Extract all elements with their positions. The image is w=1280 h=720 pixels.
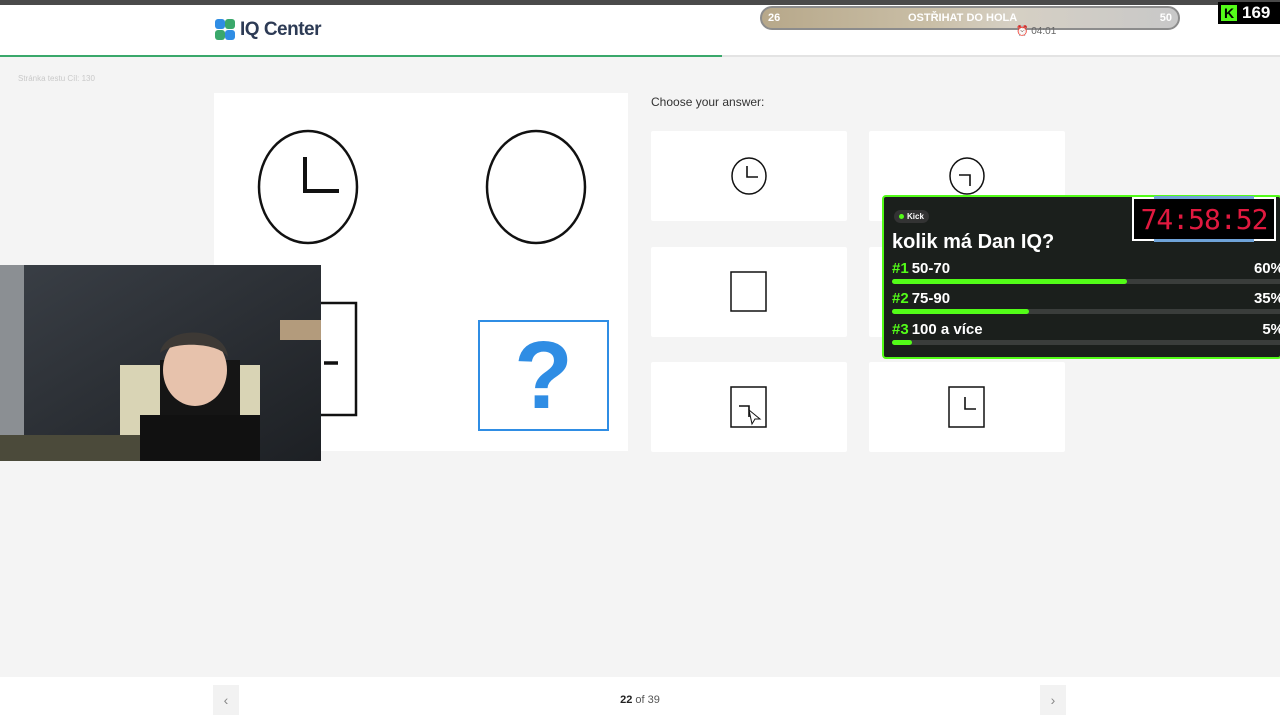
option-square-icon xyxy=(730,271,767,312)
stream-goal-bar: 26 OSTŘIHAT DO HOLA 50 xyxy=(760,6,1180,30)
answer-option-1[interactable] xyxy=(651,131,847,221)
answers-label: Choose your answer: xyxy=(651,95,765,109)
logo-mark-icon xyxy=(214,17,236,43)
poll-option-percent: 60% xyxy=(1253,260,1280,277)
poll-option-percent: 35% xyxy=(1253,290,1280,307)
option-rect-inverted-icon xyxy=(730,386,767,428)
poll-option-percent: 5% xyxy=(1262,321,1280,338)
iq-center-logo[interactable]: IQ Center xyxy=(214,17,322,43)
goal-timer-text: 04:01 xyxy=(1031,26,1057,37)
answer-option-3[interactable] xyxy=(651,247,847,337)
question-mark: ? xyxy=(514,321,573,429)
total-questions: 39 xyxy=(647,694,660,706)
poll-option-bar xyxy=(892,279,1280,284)
poll-option-fill xyxy=(892,340,912,345)
chevron-left-icon: ‹ xyxy=(223,692,229,708)
streamer-webcam xyxy=(0,265,321,461)
current-question: 22 xyxy=(620,694,633,706)
poll-option-bar xyxy=(892,340,1280,345)
poll-option-2: #275-90 35% xyxy=(892,290,1280,314)
chevron-right-icon: › xyxy=(1050,692,1056,708)
puzzle-cell-clock xyxy=(257,129,359,250)
poll-option-fill xyxy=(892,279,1128,284)
answer-option-6[interactable] xyxy=(869,362,1065,452)
poll-option-label: 75-90 xyxy=(911,290,951,307)
viewer-count: 169 xyxy=(1242,3,1271,22)
poll-option-number: #1 xyxy=(892,260,909,277)
breadcrumb: Stránka testu Cíl: 130 xyxy=(18,74,95,83)
mouse-cursor-icon xyxy=(748,408,762,426)
poll-option-1: #150-70 60% xyxy=(892,260,1280,284)
poll-question: kolik má Dan IQ? xyxy=(892,231,1055,253)
poll-option-3: #3100 a více 5% xyxy=(892,321,1280,345)
kick-viewer-badge: K 169 xyxy=(1218,2,1280,24)
goal-title: OSTŘIHAT DO HOLA xyxy=(908,12,1018,24)
poll-option-fill xyxy=(892,309,1030,314)
poll-option-bar xyxy=(892,309,1280,314)
logo-text: IQ Center xyxy=(240,19,322,40)
option-rect-hand-icon xyxy=(948,386,985,428)
of-text: of xyxy=(635,694,645,706)
answer-option-5[interactable] xyxy=(651,362,847,452)
kick-logo-icon: K xyxy=(1221,5,1237,21)
missing-answer-box: ? xyxy=(478,320,609,431)
poll-source-tag: Kick xyxy=(894,210,929,223)
poll-option-label: 50-70 xyxy=(911,260,951,277)
goal-current: 26 xyxy=(768,12,781,24)
next-question-button[interactable]: › xyxy=(1040,685,1066,715)
test-progress-fill xyxy=(0,55,722,57)
countdown-timer: 74:58:52 xyxy=(1132,196,1276,242)
poll-option-number: #2 xyxy=(892,290,909,307)
question-counter: 22 of 39 xyxy=(590,694,690,706)
poll-option-label: 100 a více xyxy=(911,321,983,338)
option-clock-icon xyxy=(731,157,767,195)
poll-option-number: #3 xyxy=(892,321,909,338)
previous-question-button[interactable]: ‹ xyxy=(213,685,239,715)
countdown-timer-text: 74:58:52 xyxy=(1140,202,1269,236)
puzzle-cell-circle xyxy=(485,129,587,250)
goal-timer: ⏰ 04:01 xyxy=(1016,26,1057,37)
goal-target: 50 xyxy=(1159,12,1172,24)
test-progress-bar xyxy=(0,55,1280,57)
option-circle-inverted-icon xyxy=(949,157,985,195)
